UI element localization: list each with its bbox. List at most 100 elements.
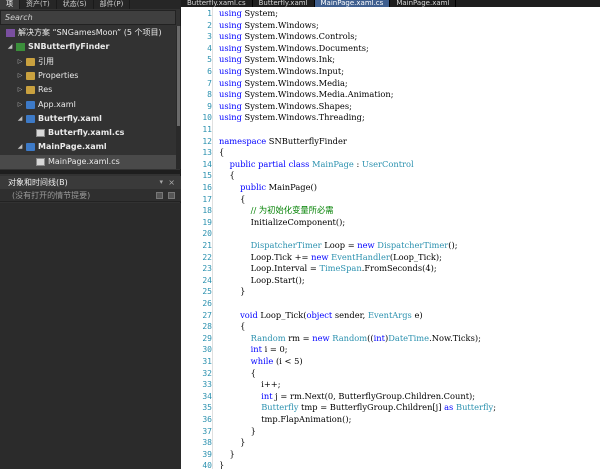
storyboard-options-icon[interactable] (168, 192, 175, 199)
tree-item[interactable]: MainPage.xaml.cs (0, 154, 176, 169)
collapse-arrow-icon[interactable]: ◢ (6, 40, 14, 54)
line-number: 18 (202, 206, 212, 216)
code-line[interactable]: public MainPage() (219, 182, 317, 194)
code-line[interactable]: using System.Windows.Shapes; (219, 101, 352, 113)
code-line[interactable]: using System.Windows.Input; (219, 66, 344, 78)
code-line[interactable]: Loop.Tick += new EventHandler(Loop_Tick)… (219, 252, 442, 264)
code-token: (i < 5) (273, 356, 303, 366)
code-token: MainPage() (266, 182, 317, 192)
code-line[interactable]: DispatcherTimer Loop = new DispatcherTim… (219, 240, 458, 252)
code-editor[interactable]: 1 2 3 4 5 6 7 8 9 10 11 12 13 14 15 16 17 18 19 20 21 22 23 24 2… (181, 7, 600, 469)
line-number: 8 (207, 90, 212, 100)
code-line[interactable]: Butterfly tmp = ButterflyGroup.Children[… (219, 402, 496, 414)
pin-icon[interactable]: ▾ (159, 176, 163, 189)
line-number: 36 (202, 415, 212, 424)
code-line[interactable]: using System.Windows.Ink; (219, 54, 335, 66)
code-token: Loop_Tick( (257, 309, 307, 320)
line-number: 11 (202, 125, 212, 134)
tree-item[interactable]: ◢ Butterfly.xaml (0, 112, 176, 126)
document-tab[interactable]: MainPage.xaml.cs (314, 0, 391, 7)
code-area[interactable]: using System; using System.Windows; using … (219, 7, 600, 469)
line-number: 27 (202, 310, 212, 320)
code-line[interactable]: { (219, 368, 256, 380)
left-tab[interactable]: 部件(P) (94, 0, 131, 9)
tree-item[interactable]: ◢ SNButterflyFinder (0, 40, 176, 54)
code-line[interactable]: } (219, 449, 235, 461)
left-panel-tabs: 项资产(T) 状态(S) 部件(P) (0, 0, 181, 9)
code-line[interactable]: public partial class MainPage : UserCont… (219, 159, 414, 171)
panel-splitter[interactable] (0, 170, 181, 174)
code-line[interactable]: } (219, 460, 224, 469)
collapse-arrow-icon[interactable]: ◢ (16, 112, 24, 126)
tree-item[interactable]: ▷ Res (0, 83, 176, 97)
code-line[interactable]: using System.Windows.Media; (219, 78, 348, 90)
code-line[interactable]: using System.Windows.Media.Animation; (219, 89, 394, 101)
code-line[interactable]: } (219, 426, 256, 438)
line-number: 10 (202, 113, 212, 123)
code-line[interactable]: Random rm = new Random((int)DateTime.Now… (219, 333, 481, 345)
keyword-token: partial (258, 158, 286, 169)
code-line[interactable]: Loop.Start(); (219, 275, 305, 287)
keyword-token: int (373, 332, 385, 343)
collapse-arrow-icon[interactable]: ◢ (16, 140, 24, 154)
type-token: Butterfly (455, 402, 494, 413)
code-token: Loop = (321, 240, 358, 250)
code-line[interactable]: { (219, 170, 235, 182)
code-line[interactable]: i++; (219, 379, 280, 391)
line-number: 3 (207, 32, 212, 42)
line-number: 6 (207, 67, 212, 76)
code-line[interactable]: { (219, 321, 245, 333)
code-line[interactable]: namespace SNButterflyFinder (219, 136, 347, 148)
code-line[interactable]: } (219, 286, 245, 298)
code-line[interactable]: using System.Windows.Controls; (219, 31, 357, 43)
code-line[interactable]: using System.Windows; (219, 20, 319, 32)
new-storyboard-icon[interactable] (156, 192, 163, 199)
expand-arrow-icon[interactable]: ▷ (16, 55, 24, 69)
code-line[interactable]: using System; (219, 8, 278, 20)
close-icon[interactable]: × (168, 176, 175, 189)
code-line[interactable]: void Loop_Tick(object sender, EventArgs … (219, 310, 423, 322)
code-line[interactable]: int i = 0; (219, 344, 288, 356)
left-tab[interactable]: 资产(T) (20, 0, 57, 9)
document-tab[interactable]: MainPage.xaml (390, 0, 457, 7)
document-tab[interactable]: Butterfly.xaml (253, 0, 315, 7)
tree-item[interactable]: ◢ MainPage.xaml (0, 140, 176, 154)
tree-item[interactable]: ▷ Properties (0, 69, 176, 83)
solution-explorer-panel: 项资产(T) 状态(S) 部件(P) Search 解决方案 “SNGamesMoo… (0, 0, 181, 469)
expand-arrow-icon[interactable]: ▷ (16, 83, 24, 97)
code-token: (Loop_Tick); (389, 251, 442, 262)
code-line[interactable]: using System.Windows.Documents; (219, 43, 369, 55)
line-number: 5 (207, 55, 212, 65)
tree-item[interactable]: ▷ 引用 (0, 55, 176, 69)
type-token: DispatcherTimer (250, 240, 322, 250)
left-tab[interactable]: 状态(S) (57, 0, 94, 9)
tree-item[interactable]: 解决方案 “SNGamesMoon” (5 个项目) (0, 26, 176, 40)
line-number: 9 (207, 101, 212, 111)
expand-arrow-icon[interactable]: ▷ (16, 69, 24, 83)
code-line[interactable]: tmp.FlapAnimation(); (219, 414, 351, 426)
code-line[interactable]: using System.Windows.Threading; (219, 112, 365, 124)
code-line[interactable]: InitializeComponent(); (219, 217, 346, 229)
document-tab[interactable]: Butterfly.xaml.cs (181, 0, 253, 7)
scrollbar-thumb[interactable] (177, 26, 180, 126)
code-token: j = rm.Next(0, ButterflyGroup.Children.C… (272, 390, 476, 401)
comment-token: // 为初始化变量所必需 (250, 205, 334, 216)
code-line[interactable]: { (219, 147, 224, 159)
keyword-token: namespace (219, 135, 267, 146)
keyword-token: public (229, 158, 256, 169)
code-token: Loop.Tick += (219, 251, 312, 262)
left-tab[interactable]: 项 (0, 0, 20, 9)
code-line[interactable]: // 为初始化变量所必需 (219, 205, 334, 217)
search-input[interactable]: Search (0, 10, 176, 25)
tree-item[interactable]: Butterfly.xaml.cs (0, 126, 176, 140)
code-line[interactable]: Loop.Interval = TimeSpan.FromSeconds(4); (219, 263, 437, 275)
code-line[interactable]: { (219, 194, 245, 206)
code-line[interactable]: } (219, 437, 245, 449)
code-token: System.Windows.Input; (241, 66, 345, 76)
code-line[interactable]: int j = rm.Next(0, ButterflyGroup.Childr… (219, 391, 475, 403)
tree-item[interactable]: ▷ App.xaml (0, 98, 176, 112)
code-line[interactable]: while (i < 5) (219, 356, 303, 368)
expand-arrow-icon[interactable]: ▷ (16, 98, 24, 112)
keyword-token: as (444, 402, 454, 413)
